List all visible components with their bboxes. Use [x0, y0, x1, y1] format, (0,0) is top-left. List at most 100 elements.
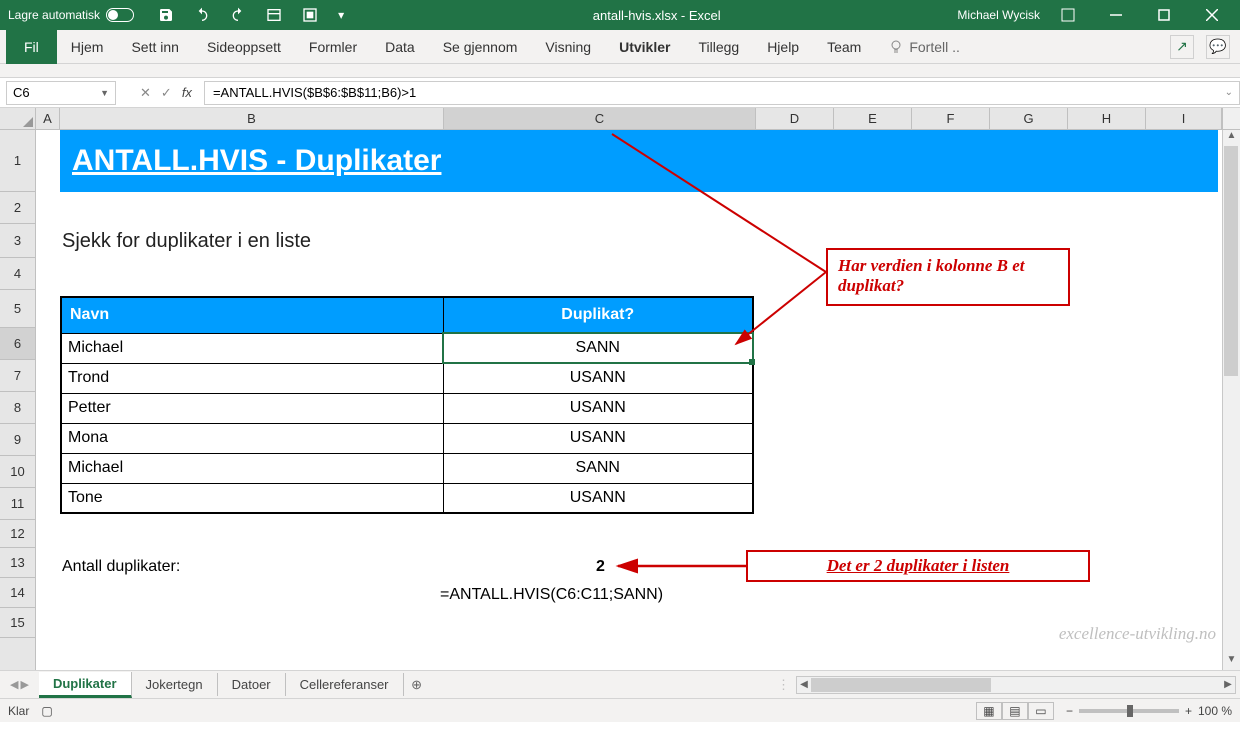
- page-break-icon[interactable]: ▭: [1028, 702, 1054, 720]
- col-header-h[interactable]: H: [1068, 108, 1146, 129]
- tab-hjem[interactable]: Hjem: [57, 30, 118, 64]
- page-layout-icon[interactable]: ▤: [1002, 702, 1028, 720]
- col-header-a[interactable]: A: [36, 108, 60, 129]
- count-formula: =ANTALL.HVIS(C6:C11;SANN): [440, 586, 663, 604]
- row-header-4[interactable]: 4: [0, 258, 35, 290]
- tab-tillegg[interactable]: Tillegg: [684, 30, 753, 64]
- enter-icon[interactable]: ✓: [161, 85, 172, 101]
- add-sheet-button[interactable]: ⊕: [404, 677, 430, 693]
- col-header-e[interactable]: E: [834, 108, 912, 129]
- ribbon-display-icon[interactable]: [1048, 0, 1088, 30]
- sheet-tab-datoer[interactable]: Datoer: [218, 673, 286, 696]
- row-header-14[interactable]: 14: [0, 578, 35, 608]
- col-header-b[interactable]: B: [60, 108, 444, 129]
- undo-icon[interactable]: [194, 6, 212, 24]
- select-all-button[interactable]: [0, 108, 36, 129]
- col-header-f[interactable]: F: [912, 108, 990, 129]
- subtitle: Sjekk for duplikater i en liste: [62, 230, 311, 253]
- row-header-2[interactable]: 2: [0, 192, 35, 224]
- zoom-control[interactable]: − + 100 %: [1066, 704, 1232, 718]
- row-header-9[interactable]: 9: [0, 424, 35, 456]
- table-row[interactable]: MonaUSANN: [61, 423, 753, 453]
- zoom-in-icon[interactable]: +: [1185, 704, 1192, 718]
- qat-icon-2[interactable]: [302, 6, 320, 24]
- redo-icon[interactable]: [230, 6, 248, 24]
- sheet-tab-cellereferanser[interactable]: Cellereferanser: [286, 673, 404, 696]
- tab-sett-inn[interactable]: Sett inn: [117, 30, 192, 64]
- th-dup: Duplikat?: [443, 297, 753, 333]
- toggle-icon[interactable]: [106, 8, 134, 22]
- page-title: ANTALL.HVIS - Duplikater: [72, 144, 441, 178]
- row-header-5[interactable]: 5: [0, 290, 35, 328]
- tab-se-gjennom[interactable]: Se gjennom: [429, 30, 532, 64]
- table-row[interactable]: MichaelSANN: [61, 453, 753, 483]
- col-header-g[interactable]: G: [990, 108, 1068, 129]
- cells-area[interactable]: ANTALL.HVIS - Duplikater Sjekk for dupli…: [36, 130, 1240, 670]
- zoom-out-icon[interactable]: −: [1066, 704, 1073, 718]
- scroll-right-icon[interactable]: ▶: [1221, 679, 1235, 690]
- expand-formula-icon[interactable]: ⌄: [1225, 87, 1233, 98]
- tab-formler[interactable]: Formler: [295, 30, 371, 64]
- tab-visning[interactable]: Visning: [531, 30, 605, 64]
- chevron-down-icon[interactable]: ▾: [338, 6, 356, 24]
- spreadsheet-grid: A B C D E F G H I 1 2 3 4 5 6 7 8 9 10 1…: [0, 108, 1240, 722]
- comments-icon[interactable]: 💬: [1206, 35, 1230, 59]
- qat-icon-1[interactable]: [266, 6, 284, 24]
- row-header-6[interactable]: 6: [0, 328, 35, 360]
- status-ready: Klar: [8, 704, 29, 718]
- col-header-d[interactable]: D: [756, 108, 834, 129]
- selected-cell-outline: [442, 332, 754, 364]
- scroll-thumb[interactable]: [1224, 146, 1238, 376]
- formula-input[interactable]: =ANTALL.HVIS($B$6:$B$11;B6)>1 ⌄: [204, 81, 1240, 105]
- title-bar: Lagre automatisk ▾ antall-hvis.xlsx - Ex…: [0, 0, 1240, 30]
- col-header-i[interactable]: I: [1146, 108, 1222, 129]
- fx-icon[interactable]: fx: [182, 85, 192, 100]
- cancel-icon[interactable]: ✕: [140, 85, 151, 101]
- tab-data[interactable]: Data: [371, 30, 429, 64]
- minimize-icon[interactable]: [1096, 0, 1136, 30]
- row-header-15[interactable]: 15: [0, 608, 35, 638]
- zoom-slider[interactable]: [1079, 709, 1179, 713]
- table-row[interactable]: TrondUSANN: [61, 363, 753, 393]
- table-row[interactable]: ToneUSANN: [61, 483, 753, 513]
- tab-hjelp[interactable]: Hjelp: [753, 30, 813, 64]
- row-header-12[interactable]: 12: [0, 520, 35, 548]
- tell-me-label: Fortell ..: [909, 39, 960, 55]
- scroll-up-icon[interactable]: ▲: [1223, 130, 1240, 146]
- col-header-c[interactable]: C: [444, 108, 756, 129]
- row-header-7[interactable]: 7: [0, 360, 35, 392]
- chevron-down-icon[interactable]: ▼: [100, 88, 109, 98]
- sheet-tab-jokertegn[interactable]: Jokertegn: [132, 673, 218, 696]
- share-icon[interactable]: ↗: [1170, 35, 1194, 59]
- normal-view-icon[interactable]: ▦: [976, 702, 1002, 720]
- tab-sideoppsett[interactable]: Sideoppsett: [193, 30, 295, 64]
- tab-utvikler[interactable]: Utvikler: [605, 30, 684, 64]
- close-icon[interactable]: [1192, 0, 1232, 30]
- vertical-scrollbar[interactable]: ▲ ▼: [1222, 130, 1240, 670]
- scroll-left-icon[interactable]: ◀: [797, 679, 811, 690]
- row-header-13[interactable]: 13: [0, 548, 35, 578]
- autosave-label: Lagre automatisk: [8, 8, 100, 22]
- scroll-thumb[interactable]: [811, 678, 991, 692]
- row-header-3[interactable]: 3: [0, 224, 35, 258]
- row-header-10[interactable]: 10: [0, 456, 35, 488]
- zoom-value[interactable]: 100 %: [1198, 704, 1232, 718]
- sheet-tab-duplikater[interactable]: Duplikater: [39, 672, 132, 698]
- macro-record-icon[interactable]: ▢: [41, 704, 52, 718]
- row-header-11[interactable]: 11: [0, 488, 35, 520]
- maximize-icon[interactable]: [1144, 0, 1184, 30]
- sheet-nav[interactable]: ◀▶: [0, 678, 39, 691]
- count-label: Antall duplikater:: [62, 558, 180, 576]
- tell-me-search[interactable]: Fortell ..: [875, 30, 974, 64]
- user-name[interactable]: Michael Wycisk: [957, 8, 1040, 22]
- tab-team[interactable]: Team: [813, 30, 875, 64]
- name-box[interactable]: C6 ▼: [6, 81, 116, 105]
- scroll-down-icon[interactable]: ▼: [1223, 654, 1240, 670]
- horizontal-scrollbar[interactable]: ◀ ▶: [796, 676, 1236, 694]
- table-row[interactable]: PetterUSANN: [61, 393, 753, 423]
- save-icon[interactable]: [158, 6, 176, 24]
- autosave-toggle[interactable]: Lagre automatisk: [8, 8, 134, 22]
- row-header-8[interactable]: 8: [0, 392, 35, 424]
- row-header-1[interactable]: 1: [0, 130, 35, 192]
- tab-fil[interactable]: Fil: [6, 30, 57, 64]
